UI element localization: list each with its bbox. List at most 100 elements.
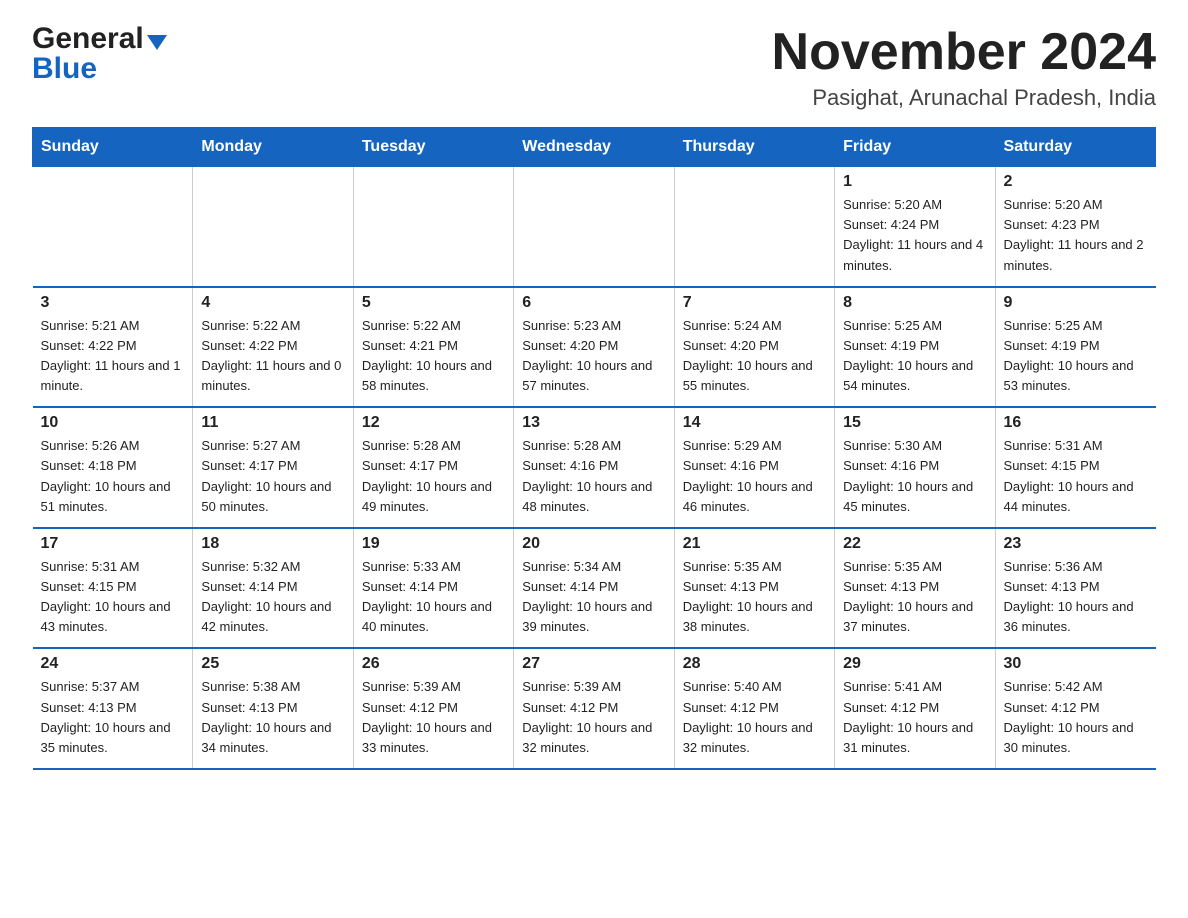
calendar-day-cell: 4 Sunrise: 5:22 AM Sunset: 4:22 PM Daylig… [193,287,353,408]
day-info: Sunrise: 5:27 AM Sunset: 4:17 PM Dayligh… [201,436,344,517]
calendar-day-cell [674,167,834,287]
calendar-header-row: SundayMondayTuesdayWednesdayThursdayFrid… [33,128,1156,167]
calendar-day-cell: 1 Sunrise: 5:20 AM Sunset: 4:24 PM Daylig… [835,167,995,287]
day-info: Sunrise: 5:20 AM Sunset: 4:24 PM Dayligh… [843,195,986,276]
day-info: Sunrise: 5:25 AM Sunset: 4:19 PM Dayligh… [843,316,986,397]
logo-blue: Blue [32,52,97,86]
day-info: Sunrise: 5:33 AM Sunset: 4:14 PM Dayligh… [362,557,505,638]
day-number: 17 [41,535,185,553]
day-number: 30 [1004,655,1148,673]
day-number: 20 [522,535,665,553]
day-info: Sunrise: 5:28 AM Sunset: 4:17 PM Dayligh… [362,436,505,517]
day-number: 19 [362,535,505,553]
day-number: 15 [843,414,986,432]
day-number: 14 [683,414,826,432]
calendar-day-cell: 17 Sunrise: 5:31 AM Sunset: 4:15 PM Dayli… [33,528,193,649]
logo-general: General [32,24,144,54]
day-info: Sunrise: 5:35 AM Sunset: 4:13 PM Dayligh… [683,557,826,638]
calendar-day-cell: 21 Sunrise: 5:35 AM Sunset: 4:13 PM Dayli… [674,528,834,649]
calendar-day-cell: 23 Sunrise: 5:36 AM Sunset: 4:13 PM Dayli… [995,528,1155,649]
day-number: 23 [1004,535,1148,553]
day-info: Sunrise: 5:34 AM Sunset: 4:14 PM Dayligh… [522,557,665,638]
day-number: 29 [843,655,986,673]
day-info: Sunrise: 5:28 AM Sunset: 4:16 PM Dayligh… [522,436,665,517]
day-info: Sunrise: 5:32 AM Sunset: 4:14 PM Dayligh… [201,557,344,638]
day-info: Sunrise: 5:25 AM Sunset: 4:19 PM Dayligh… [1004,316,1148,397]
day-info: Sunrise: 5:38 AM Sunset: 4:13 PM Dayligh… [201,677,344,758]
calendar-day-cell: 19 Sunrise: 5:33 AM Sunset: 4:14 PM Dayli… [353,528,513,649]
calendar-day-cell: 16 Sunrise: 5:31 AM Sunset: 4:15 PM Dayli… [995,407,1155,528]
calendar-day-cell: 28 Sunrise: 5:40 AM Sunset: 4:12 PM Dayli… [674,648,834,769]
calendar-day-cell: 13Sunrise: 5:28 AM Sunset: 4:16 PM Dayli… [514,407,674,528]
day-number: 10 [41,414,185,432]
calendar-day-cell [33,167,193,287]
day-info: Sunrise: 5:36 AM Sunset: 4:13 PM Dayligh… [1004,557,1148,638]
calendar-day-cell [514,167,674,287]
calendar-day-cell [193,167,353,287]
calendar-day-cell [353,167,513,287]
day-number: 18 [201,535,344,553]
day-number: 4 [201,294,344,312]
title-section: November 2024 Pasighat, Arunachal Prades… [772,24,1156,111]
day-info: Sunrise: 5:22 AM Sunset: 4:21 PM Dayligh… [362,316,505,397]
day-number: 7 [683,294,826,312]
calendar-day-cell: 18 Sunrise: 5:32 AM Sunset: 4:14 PM Dayli… [193,528,353,649]
calendar-day-header: Tuesday [353,128,513,167]
day-info: Sunrise: 5:35 AM Sunset: 4:13 PM Dayligh… [843,557,986,638]
calendar-day-cell: 22 Sunrise: 5:35 AM Sunset: 4:13 PM Dayli… [835,528,995,649]
calendar-day-cell: 25 Sunrise: 5:38 AM Sunset: 4:13 PM Dayli… [193,648,353,769]
day-info: Sunrise: 5:20 AM Sunset: 4:23 PM Dayligh… [1004,195,1148,276]
calendar-day-cell: 20 Sunrise: 5:34 AM Sunset: 4:14 PM Dayli… [514,528,674,649]
calendar-day-header: Thursday [674,128,834,167]
day-info: Sunrise: 5:29 AM Sunset: 4:16 PM Dayligh… [683,436,826,517]
day-number: 1 [843,173,986,191]
calendar-day-header: Wednesday [514,128,674,167]
calendar-day-cell: 14 Sunrise: 5:29 AM Sunset: 4:16 PM Dayli… [674,407,834,528]
day-info: Sunrise: 5:21 AM Sunset: 4:22 PM Dayligh… [41,316,185,397]
day-number: 11 [201,414,344,432]
calendar-table: SundayMondayTuesdayWednesdayThursdayFrid… [32,127,1156,770]
day-number: 27 [522,655,665,673]
calendar-day-cell: 30Sunrise: 5:42 AM Sunset: 4:12 PM Dayli… [995,648,1155,769]
day-info: Sunrise: 5:37 AM Sunset: 4:13 PM Dayligh… [41,677,185,758]
page-header: General Blue November 2024 Pasighat, Aru… [32,24,1156,111]
calendar-day-header: Sunday [33,128,193,167]
calendar-day-cell: 5 Sunrise: 5:22 AM Sunset: 4:21 PM Daylig… [353,287,513,408]
calendar-week-row: 17 Sunrise: 5:31 AM Sunset: 4:15 PM Dayli… [33,528,1156,649]
day-number: 2 [1004,173,1148,191]
calendar-day-cell: 27 Sunrise: 5:39 AM Sunset: 4:12 PM Dayli… [514,648,674,769]
logo: General Blue [32,24,167,86]
day-number: 25 [201,655,344,673]
day-info: Sunrise: 5:23 AM Sunset: 4:20 PM Dayligh… [522,316,665,397]
day-number: 28 [683,655,826,673]
day-number: 22 [843,535,986,553]
day-number: 3 [41,294,185,312]
day-number: 9 [1004,294,1148,312]
day-info: Sunrise: 5:41 AM Sunset: 4:12 PM Dayligh… [843,677,986,758]
calendar-day-header: Friday [835,128,995,167]
day-info: Sunrise: 5:30 AM Sunset: 4:16 PM Dayligh… [843,436,986,517]
day-number: 5 [362,294,505,312]
day-info: Sunrise: 5:22 AM Sunset: 4:22 PM Dayligh… [201,316,344,397]
calendar-day-cell: 11 Sunrise: 5:27 AM Sunset: 4:17 PM Dayli… [193,407,353,528]
calendar-day-header: Saturday [995,128,1155,167]
calendar-day-cell: 12Sunrise: 5:28 AM Sunset: 4:17 PM Dayli… [353,407,513,528]
calendar-day-cell: 7Sunrise: 5:24 AM Sunset: 4:20 PM Daylig… [674,287,834,408]
day-info: Sunrise: 5:40 AM Sunset: 4:12 PM Dayligh… [683,677,826,758]
calendar-day-cell: 3 Sunrise: 5:21 AM Sunset: 4:22 PM Daylig… [33,287,193,408]
calendar-day-cell: 15 Sunrise: 5:30 AM Sunset: 4:16 PM Dayli… [835,407,995,528]
day-info: Sunrise: 5:26 AM Sunset: 4:18 PM Dayligh… [41,436,185,517]
calendar-day-cell: 26Sunrise: 5:39 AM Sunset: 4:12 PM Dayli… [353,648,513,769]
calendar-week-row: 1 Sunrise: 5:20 AM Sunset: 4:24 PM Daylig… [33,167,1156,287]
day-number: 21 [683,535,826,553]
calendar-day-cell: 10 Sunrise: 5:26 AM Sunset: 4:18 PM Dayli… [33,407,193,528]
day-info: Sunrise: 5:31 AM Sunset: 4:15 PM Dayligh… [1004,436,1148,517]
day-info: Sunrise: 5:39 AM Sunset: 4:12 PM Dayligh… [522,677,665,758]
day-info: Sunrise: 5:39 AM Sunset: 4:12 PM Dayligh… [362,677,505,758]
month-title: November 2024 [772,24,1156,81]
calendar-day-cell: 8Sunrise: 5:25 AM Sunset: 4:19 PM Daylig… [835,287,995,408]
calendar-day-cell: 24Sunrise: 5:37 AM Sunset: 4:13 PM Dayli… [33,648,193,769]
day-number: 6 [522,294,665,312]
day-info: Sunrise: 5:31 AM Sunset: 4:15 PM Dayligh… [41,557,185,638]
day-number: 16 [1004,414,1148,432]
